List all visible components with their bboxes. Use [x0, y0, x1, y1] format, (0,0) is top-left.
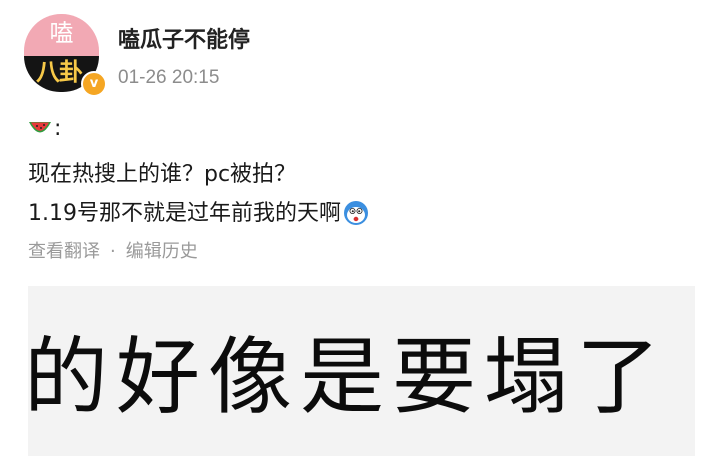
- post-meta-row: 查看翻译 · 编辑历史: [28, 240, 198, 264]
- view-translation-link[interactable]: 查看翻译: [28, 241, 100, 262]
- post-timestamp: 01-26 20:15: [118, 67, 220, 88]
- avatar-top-text: 嗑: [49, 19, 74, 47]
- author-avatar[interactable]: 嗑 八卦 v: [24, 14, 107, 97]
- avatar-top-half: 嗑: [24, 14, 99, 56]
- post-text-line-2: 1.19号那不就是过年前我的天啊: [28, 199, 369, 229]
- emoji-line-suffix: :: [54, 116, 62, 141]
- emoji-line: :: [28, 114, 61, 144]
- meta-separator: ·: [110, 241, 116, 262]
- watermelon-icon: [29, 122, 51, 133]
- surprised-face-icon: [344, 201, 368, 225]
- edit-history-link[interactable]: 编辑历史: [126, 241, 198, 262]
- avatar-bottom-text: 八卦: [36, 58, 83, 86]
- post-text-line-1: 现在热搜上的谁？pc被拍？: [28, 162, 297, 187]
- post-text-line-2-text: 1.19号那不就是过年前我的天啊: [28, 201, 341, 226]
- author-name[interactable]: 嗑瓜子不能停: [118, 26, 250, 56]
- post-image-caption: 的好像是要塌了: [28, 328, 669, 426]
- post-attached-image[interactable]: 的好像是要塌了: [28, 286, 695, 456]
- verified-badge-icon: v: [81, 71, 107, 97]
